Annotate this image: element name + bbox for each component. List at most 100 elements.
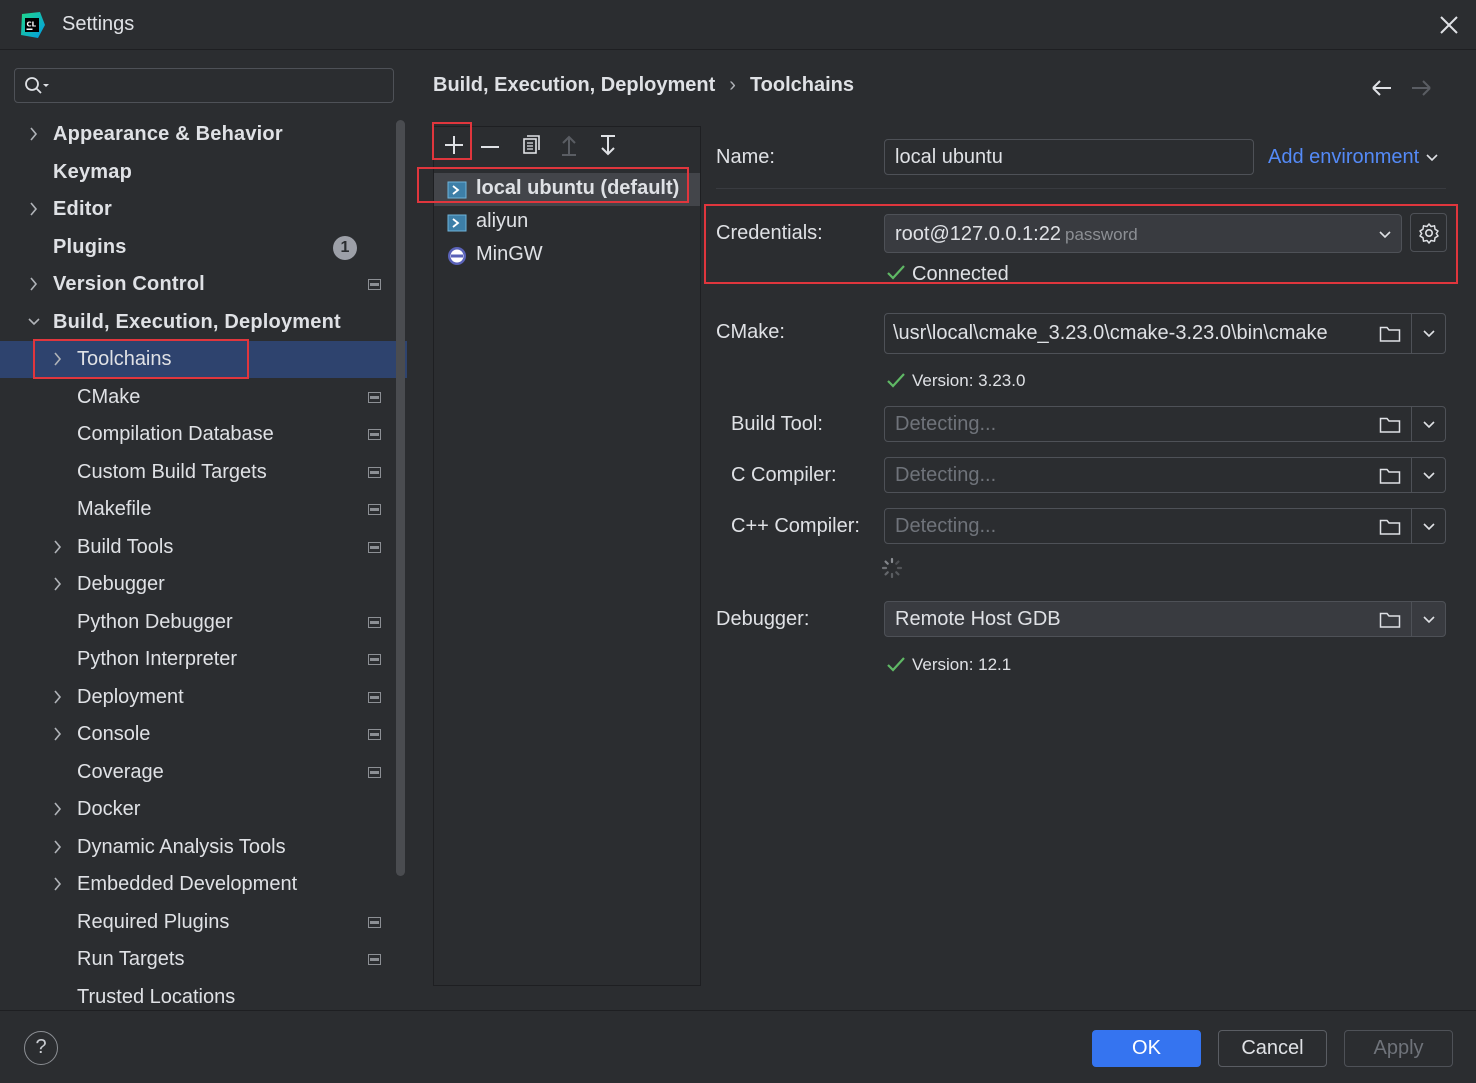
chevron-right-icon[interactable] (28, 200, 40, 218)
credentials-settings-button[interactable] (1410, 213, 1447, 252)
toolchain-item-label: aliyun (476, 210, 529, 232)
tree-item-dynamic-analysis-tools[interactable]: Dynamic Analysis Tools (0, 829, 407, 866)
tree-item-label: Makefile (77, 498, 152, 520)
tree-item-build-execution-deployment[interactable]: Build, Execution, Deployment (0, 304, 407, 341)
settings-search-input[interactable] (14, 68, 394, 103)
cpp-compiler-placeholder: Detecting... (895, 515, 997, 537)
tree-item-label: Embedded Development (77, 873, 298, 895)
move-down-icon[interactable] (590, 127, 626, 163)
toolchain-item[interactable]: aliyun (434, 206, 700, 239)
chevron-right-icon[interactable] (52, 725, 64, 743)
back-arrow-icon[interactable] (1370, 78, 1394, 98)
title-bar: CL Settings (0, 0, 1476, 50)
credentials-select[interactable]: root@127.0.0.1:22 password (884, 214, 1402, 253)
tree-item-build-tools[interactable]: Build Tools (0, 529, 407, 566)
credentials-value: root@127.0.0.1:22 (895, 223, 1061, 245)
chevron-down-icon[interactable] (28, 313, 40, 331)
tree-item-debugger[interactable]: Debugger (0, 566, 407, 603)
tree-scrollbar[interactable] (396, 120, 405, 876)
folder-icon[interactable] (1379, 325, 1401, 343)
tree-item-label: CMake (77, 385, 141, 408)
build-tool-input[interactable]: Detecting... (884, 406, 1446, 442)
c-compiler-input[interactable]: Detecting... (884, 457, 1446, 493)
add-environment-link[interactable]: Add environment (1268, 146, 1439, 169)
cmake-label: CMake: (716, 321, 785, 343)
c-compiler-placeholder: Detecting... (895, 464, 997, 486)
tree-item-custom-build-targets[interactable]: Custom Build Targets (0, 454, 407, 491)
chevron-right-icon[interactable] (28, 125, 40, 143)
chevron-right-icon[interactable] (52, 350, 64, 368)
tree-item-label: Editor (53, 198, 112, 220)
connected-text: Connected (912, 263, 1009, 285)
tree-item-version-control[interactable]: Version Control (0, 266, 407, 303)
apply-button[interactable]: Apply (1344, 1030, 1453, 1067)
cpp-compiler-input[interactable]: Detecting... (884, 508, 1446, 544)
tree-item-docker[interactable]: Docker (0, 791, 407, 828)
cancel-button[interactable]: Cancel (1218, 1030, 1327, 1067)
folder-icon[interactable] (1379, 467, 1401, 485)
chevron-down-icon[interactable] (1421, 326, 1437, 342)
add-icon[interactable] (436, 127, 472, 163)
copy-icon[interactable] (512, 127, 548, 163)
project-level-icon (368, 729, 381, 740)
chevron-down-icon[interactable] (1421, 468, 1437, 484)
tree-item-python-interpreter[interactable]: Python Interpreter (0, 641, 407, 678)
tree-item-label: Dynamic Analysis Tools (77, 835, 286, 858)
tree-item-console[interactable]: Console (0, 716, 407, 753)
tree-item-label: Run Targets (77, 948, 185, 970)
chevron-right-icon[interactable] (52, 875, 64, 893)
chevron-right-icon[interactable] (52, 688, 64, 706)
ok-button[interactable]: OK (1092, 1030, 1201, 1067)
chevron-down-icon[interactable] (1421, 612, 1437, 628)
move-up-icon[interactable] (551, 127, 587, 163)
chevron-right-icon[interactable] (52, 538, 64, 556)
close-icon[interactable] (1436, 12, 1462, 38)
chevron-right-icon[interactable] (52, 800, 64, 818)
tree-item-editor[interactable]: Editor (0, 191, 407, 228)
cmake-path-value: \usr\local\cmake_3.23.0\cmake-3.23.0\bin… (893, 322, 1328, 344)
chevron-right-icon[interactable] (28, 275, 40, 293)
toolchain-item[interactable]: local ubuntu (default) (434, 173, 700, 206)
tree-item-label: Plugins (53, 235, 127, 258)
tree-item-label: Coverage (77, 760, 164, 783)
remove-icon[interactable] (472, 127, 508, 163)
remote-host-icon (447, 214, 467, 232)
tree-item-appearance-behavior[interactable]: Appearance & Behavior (0, 116, 407, 153)
help-button[interactable]: ? (24, 1031, 58, 1065)
project-level-icon (368, 616, 381, 628)
tree-item-keymap[interactable]: Keymap (0, 154, 407, 191)
folder-icon[interactable] (1379, 416, 1401, 434)
breadcrumb-parent[interactable]: Build, Execution, Deployment (433, 74, 715, 96)
toolchain-item[interactable]: MinGW (434, 239, 700, 272)
chevron-right-icon[interactable] (52, 575, 64, 593)
debugger-value: Remote Host GDB (895, 608, 1061, 630)
tree-item-toolchains[interactable]: Toolchains (0, 341, 407, 378)
tree-item-required-plugins[interactable]: Required Plugins (0, 904, 407, 941)
cpp-compiler-label: C++ Compiler: (731, 515, 860, 537)
tree-item-run-targets[interactable]: Run Targets (0, 941, 407, 978)
clion-icon: CL (21, 12, 45, 38)
tree-item-label: Custom Build Targets (77, 460, 267, 483)
project-level-icon (368, 916, 381, 928)
tree-item-cmake[interactable]: CMake (0, 379, 407, 416)
chevron-down-icon[interactable] (1421, 519, 1437, 535)
tree-item-compilation-database[interactable]: Compilation Database (0, 416, 407, 453)
chevron-down-icon[interactable] (1421, 417, 1437, 433)
debugger-select[interactable]: Remote Host GDB (884, 601, 1446, 637)
name-input[interactable]: local ubuntu (884, 139, 1254, 175)
tree-item-embedded-development[interactable]: Embedded Development (0, 866, 407, 903)
debugger-label: Debugger: (716, 608, 810, 630)
folder-icon[interactable] (1379, 611, 1401, 629)
tree-item-deployment[interactable]: Deployment (0, 679, 407, 716)
credentials-auth: password (1064, 225, 1138, 244)
forward-arrow-icon[interactable] (1409, 78, 1433, 98)
tree-item-python-debugger[interactable]: Python Debugger (0, 604, 407, 641)
chevron-right-icon[interactable] (52, 838, 64, 856)
cmake-path-input[interactable]: \usr\local\cmake_3.23.0\cmake-3.23.0\bin… (884, 313, 1446, 354)
tree-item-plugins[interactable]: Plugins 1 (0, 229, 407, 266)
folder-icon[interactable] (1379, 518, 1401, 536)
tree-item-coverage[interactable]: Coverage (0, 754, 407, 791)
tree-item-trusted-locations[interactable]: Trusted Locations (0, 979, 407, 1011)
tree-item-label: Python Debugger (77, 610, 233, 633)
tree-item-makefile[interactable]: Makefile (0, 491, 407, 528)
